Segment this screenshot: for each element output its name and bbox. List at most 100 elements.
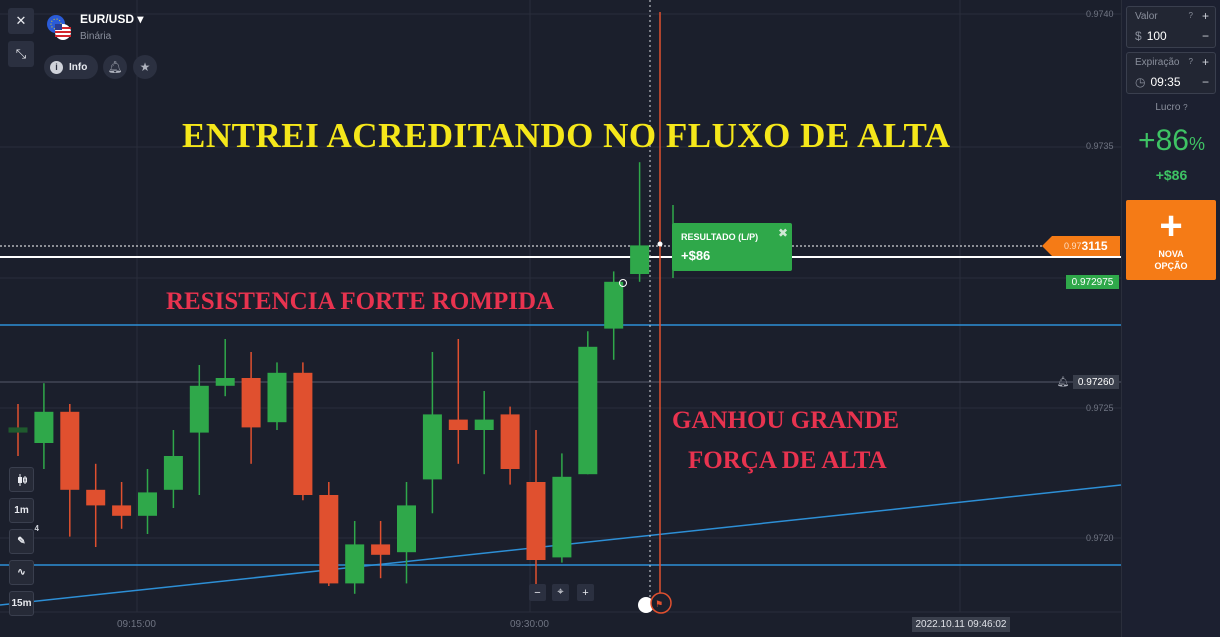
bullish-candle — [552, 476, 572, 558]
time-tick: 09:15:00 — [117, 619, 156, 630]
profit-title-text: Lucro — [1155, 102, 1181, 113]
bullish-candle — [345, 544, 365, 584]
annotation-gain-line2: FORÇA DE ALTA — [688, 447, 887, 474]
star-icon[interactable]: ★ — [133, 55, 157, 79]
help-icon[interactable]: ? — [1189, 11, 1193, 20]
result-label: RESULTADO (L/P) — [681, 232, 759, 242]
clock-icon: ◷ — [1135, 75, 1146, 89]
bullish-candle — [397, 505, 416, 553]
bell-icon[interactable]: 🔔︎ — [103, 55, 127, 79]
bullish-candle — [34, 411, 54, 443]
time-cursor-label: 2022.10.11 09:46:02 — [912, 617, 1010, 632]
amount-value[interactable]: $100 — [1135, 29, 1167, 43]
indicators-icon[interactable]: ∿ — [9, 560, 34, 585]
zoom-in-button[interactable]: + — [577, 584, 594, 601]
new-option-line2: OPÇÃO — [1154, 261, 1188, 271]
bearish-candle — [8, 427, 28, 433]
new-option-label: NOVA OPÇÃO — [1126, 248, 1216, 272]
expiry-value[interactable]: ◷ 09:35 — [1135, 75, 1181, 89]
candle-type-icon[interactable] — [9, 467, 34, 492]
annotation-gain-line1: GANHOU GRANDE — [672, 407, 900, 434]
entry-point — [657, 241, 663, 247]
annotation-title: ENTREI ACREDITANDO NO FLUXO DE ALTA — [182, 116, 951, 155]
expiry-field[interactable]: Expiração ? + ◷ 09:35 − — [1126, 52, 1216, 94]
bearish-candle — [526, 482, 546, 560]
help-icon[interactable]: ? — [1183, 103, 1187, 112]
asset-pair: EUR/USD — [80, 12, 135, 26]
bearish-candle — [241, 378, 261, 428]
zoom-reset-icon[interactable]: ⌖ — [552, 584, 569, 601]
drawing-count-badge: 4 — [34, 524, 39, 533]
svg-text:⚑: ⚑ — [655, 600, 663, 610]
bearish-candle — [112, 505, 132, 516]
alert-bell-icon[interactable]: 🔔︎ — [1056, 375, 1070, 389]
close-icon[interactable]: ✕ — [8, 8, 34, 34]
eu-us-flag-icon — [47, 15, 71, 40]
info-label: Info — [69, 61, 88, 73]
bullish-candle — [604, 281, 624, 329]
chart-canvas[interactable]: ⚑ — [0, 0, 1121, 637]
amount-unit: $ — [1135, 29, 1142, 43]
bearish-candle — [448, 419, 468, 430]
chart-timeframe-button[interactable]: 15m — [9, 591, 34, 616]
new-option-button[interactable]: + NOVA OPÇÃO — [1126, 200, 1216, 280]
expiry-decrease-button[interactable]: − — [1202, 75, 1209, 89]
current-price-prefix: 0.97 — [1064, 241, 1082, 251]
profit-percent-sign: % — [1188, 134, 1205, 154]
price-tick: 0.9725 — [1086, 403, 1114, 413]
alert-price-tag[interactable]: 0.97260 — [1073, 375, 1119, 389]
current-price-main: 3115 — [1081, 239, 1108, 253]
amount-title: Valor — [1135, 11, 1158, 22]
result-value: +$86 — [681, 248, 711, 263]
annotation-resistance: RESISTENCIA FORTE ROMPIDA — [166, 288, 555, 315]
bullish-candle — [163, 456, 183, 490]
collapse-icon[interactable]: ⤡ — [8, 41, 34, 67]
profit-amount: +$86 — [1155, 167, 1188, 183]
info-button[interactable]: i Info — [44, 55, 98, 79]
bearish-candle — [60, 411, 80, 490]
close-icon[interactable]: ✖ — [778, 226, 788, 240]
info-icon: i — [50, 60, 63, 74]
bullish-candle — [215, 378, 235, 386]
bullish-candle — [138, 492, 157, 516]
asset-type: Binária — [80, 31, 112, 42]
pencil-icon: ✎ — [17, 536, 26, 547]
entry-price-tag: 0.972975 — [1066, 275, 1119, 289]
amount-increase-button[interactable]: + — [1202, 9, 1209, 23]
candlestick-icon — [17, 473, 27, 486]
profit-percent: +86% — [1122, 124, 1220, 158]
bearish-candle — [293, 372, 313, 495]
profit-title: Lucro ? — [1122, 102, 1220, 113]
bearish-candle — [86, 489, 106, 506]
current-price-tag: 0.97 3115 — [1042, 236, 1120, 256]
help-icon[interactable]: ? — [1189, 57, 1193, 66]
profit-percent-value: +86 — [1138, 124, 1189, 157]
bearish-candle — [319, 495, 339, 584]
price-tick: 0.9735 — [1086, 141, 1114, 151]
expiry-time: 09:35 — [1150, 75, 1181, 89]
bullish-candle — [474, 419, 494, 430]
new-option-line1: NOVA — [1158, 249, 1184, 259]
price-tick: 0.9720 — [1086, 533, 1114, 543]
bearish-candle — [371, 544, 391, 555]
expiry-increase-button[interactable]: + — [1202, 55, 1209, 69]
price-chart[interactable]: ⚑ ✕ ⤡ EUR/USD ▾ Binária i Info 🔔︎ ★ ENTR… — [0, 0, 1121, 637]
drawing-tools-button[interactable]: ✎ 4 — [9, 524, 39, 554]
candle-timeframe-button[interactable]: 1m — [9, 498, 34, 523]
expiry-title: Expiração — [1135, 57, 1180, 68]
amount-number: 100 — [1146, 29, 1167, 43]
bullish-candle — [578, 346, 598, 475]
bullish-candle — [630, 245, 650, 274]
bullish-candle — [267, 372, 287, 423]
time-tick: 09:30:00 — [510, 619, 549, 630]
zoom-out-button[interactable]: − — [529, 584, 546, 601]
amount-field[interactable]: Valor ? + $100 − — [1126, 6, 1216, 48]
asset-selector[interactable]: EUR/USD ▾ — [80, 12, 143, 26]
trading-app: ⚑ ✕ ⤡ EUR/USD ▾ Binária i Info 🔔︎ ★ ENTR… — [0, 0, 1220, 637]
result-box[interactable]: RESULTADO (L/P) +$86 ✖ — [672, 223, 792, 271]
bullish-candle — [189, 385, 209, 433]
candles-group — [8, 162, 650, 594]
plus-icon: + — [1159, 204, 1183, 248]
amount-decrease-button[interactable]: − — [1202, 29, 1209, 43]
chevron-down-icon: ▾ — [137, 12, 144, 26]
